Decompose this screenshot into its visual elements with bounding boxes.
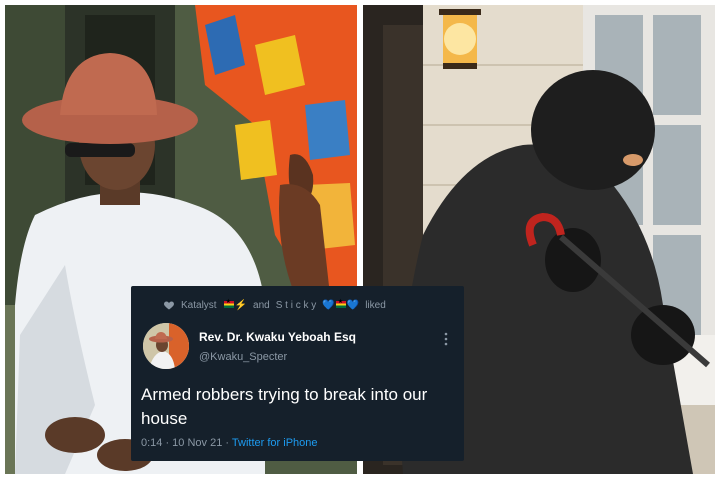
- heart-emojis: 💙💙: [322, 298, 359, 310]
- tweet-card[interactable]: Katalyst ⚡ and S t i c k y 💙💙 liked Rev.…: [131, 286, 464, 461]
- liked-user-1[interactable]: Katalyst: [181, 300, 217, 311]
- user-handle[interactable]: @Kwaku_Specter: [199, 351, 287, 363]
- tweet-text: Armed robbers trying to break into our h…: [141, 385, 428, 428]
- heart-icon: [164, 301, 174, 310]
- liked-and-text: and: [253, 299, 270, 311]
- tweet-meta: 0:14 · 10 Nov 21 · Twitter for iPhone: [141, 437, 318, 449]
- liked-user-2[interactable]: S t i c k y: [276, 300, 317, 311]
- avatar[interactable]: [143, 323, 189, 369]
- more-icon[interactable]: [443, 332, 449, 346]
- flag-emoji: ⚡: [223, 298, 247, 311]
- liked-by-row: Katalyst ⚡ and S t i c k y 💙💙 liked: [164, 298, 386, 312]
- tweet-source-link[interactable]: Twitter for iPhone: [232, 437, 318, 449]
- liked-suffix-text: liked: [365, 299, 386, 311]
- tweet-timestamp[interactable]: 0:14 · 10 Nov 21 ·: [141, 437, 232, 449]
- display-name[interactable]: Rev. Dr. Kwaku Yeboah Esq: [199, 330, 356, 344]
